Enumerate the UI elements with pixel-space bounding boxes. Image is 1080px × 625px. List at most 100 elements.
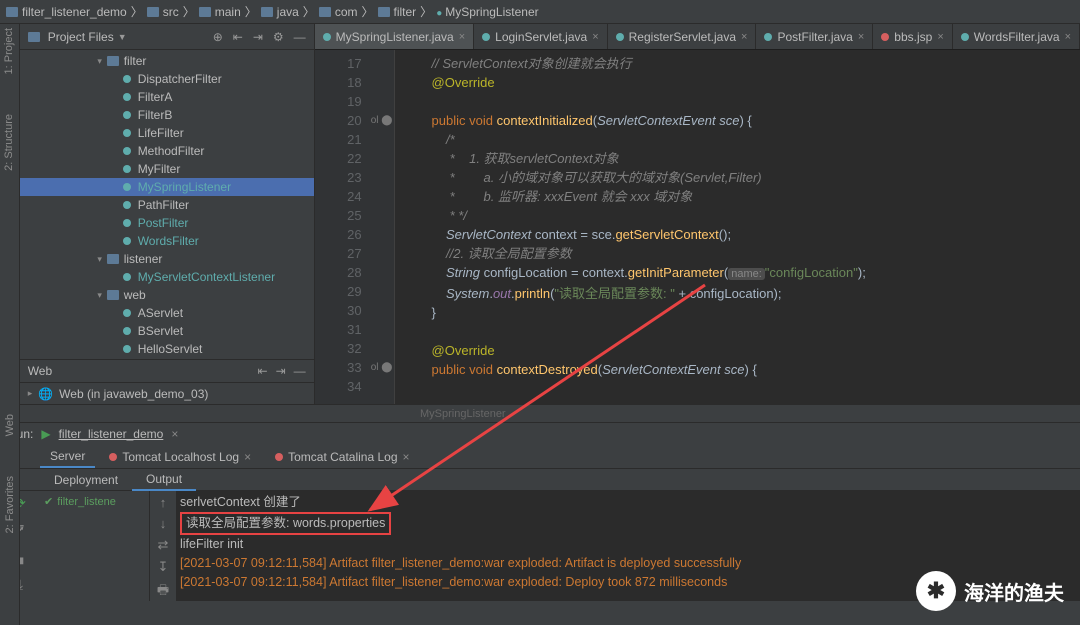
tree-label: web xyxy=(124,288,146,302)
tree-item[interactable]: AServlet xyxy=(20,304,314,322)
run-tab[interactable]: Tomcat Catalina Log× xyxy=(265,447,419,467)
editor-tab[interactable]: RegisterServlet.java × xyxy=(608,24,757,49)
breadcrumb-item[interactable]: MySpringListener xyxy=(436,5,538,19)
breadcrumb-item[interactable]: java xyxy=(261,5,299,19)
web-title: Web xyxy=(28,364,52,378)
close-icon[interactable]: × xyxy=(244,450,251,464)
tree-item[interactable]: FilterB xyxy=(20,106,314,124)
tab-label: PostFilter.java xyxy=(777,30,852,44)
tab-structure[interactable]: 2: Structure xyxy=(3,114,15,171)
editor-tabs: MySpringListener.java×LoginServlet.java×… xyxy=(315,24,1080,50)
class-icon xyxy=(123,327,131,335)
class-icon xyxy=(123,147,131,155)
tree-item[interactable]: MethodFilter xyxy=(20,142,314,160)
collapse-icon[interactable]: ⇤ xyxy=(258,364,268,378)
breadcrumb-item[interactable]: main xyxy=(199,5,241,19)
editor-tab[interactable]: LoginServlet.java× xyxy=(474,24,608,49)
hide-icon[interactable]: — xyxy=(294,364,306,378)
breadcrumb-item[interactable]: filter_listener_demo xyxy=(6,5,127,19)
left-tool-bar: 1: Project 2: Structure xyxy=(0,24,20,404)
project-tree[interactable]: ▾filter DispatcherFilter FilterA FilterBLif… xyxy=(20,50,314,359)
close-icon[interactable]: × xyxy=(459,31,465,43)
tree-item[interactable]: HelloServlet xyxy=(20,340,314,358)
expand-icon[interactable]: ⇥ xyxy=(276,364,286,378)
collapse-icon[interactable]: ⇤ xyxy=(233,30,243,44)
file-icon xyxy=(616,33,624,41)
tree-label: BServlet xyxy=(138,324,183,338)
close-icon[interactable]: × xyxy=(1065,31,1071,43)
up-icon[interactable]: ↑ xyxy=(160,495,167,510)
run-tab[interactable]: Server xyxy=(40,446,95,468)
tree-label: PathFilter xyxy=(138,198,189,212)
run-config[interactable]: filter_listener_demo xyxy=(59,427,164,441)
scroll-icon[interactable]: ↧ xyxy=(158,559,169,575)
run-subtabs: Deployment Output xyxy=(0,469,1080,491)
console-output[interactable]: serlvetContext 创建了读取全局配置参数: words.proper… xyxy=(176,491,1080,601)
editor-tab[interactable]: WordsFilter.java× xyxy=(953,24,1080,49)
tree-label: MyFilter xyxy=(138,162,181,176)
tree-item[interactable]: BServlet xyxy=(20,322,314,340)
code-editor[interactable]: 171819202122232425262728293031323334 ol … xyxy=(315,50,1080,404)
close-icon[interactable]: × xyxy=(171,427,178,441)
tree-label: MethodFilter xyxy=(138,144,205,158)
wrap-icon[interactable]: ⇄ xyxy=(158,537,169,553)
project-title[interactable]: Project Files xyxy=(48,30,114,44)
tree-arrow[interactable]: ▸ xyxy=(28,388,33,399)
tab-project[interactable]: 1: Project xyxy=(3,28,15,74)
tab-web[interactable]: Web xyxy=(4,414,16,436)
print-icon[interactable]: 🖶 xyxy=(157,581,169,603)
hide-icon[interactable]: — xyxy=(294,30,306,44)
file-icon xyxy=(323,33,331,41)
breadcrumb-item[interactable]: src xyxy=(147,5,179,19)
check-icon: ✔ xyxy=(44,495,53,508)
tree-item[interactable]: ▾listener xyxy=(20,250,314,268)
tree-item[interactable]: WordsFilter xyxy=(20,232,314,250)
close-icon[interactable]: × xyxy=(937,31,943,43)
run-tab[interactable]: Tomcat Localhost Log× xyxy=(99,447,261,467)
editor-tab[interactable]: bbs.jsp × xyxy=(873,24,952,49)
tab-favorites[interactable]: 2: Favorites xyxy=(4,476,16,533)
tree-item[interactable]: DispatcherFilter xyxy=(20,70,314,88)
tree-item[interactable]: PostFilter xyxy=(20,214,314,232)
tree-item[interactable]: PathFilter xyxy=(20,196,314,214)
chevron-down-icon[interactable]: ▼ xyxy=(118,32,127,42)
tab-label: bbs.jsp xyxy=(894,30,932,44)
down-icon[interactable]: ↓ xyxy=(160,516,167,531)
tree-label: DispatcherFilter xyxy=(138,72,222,86)
editor-tab[interactable]: PostFilter.java × xyxy=(756,24,873,49)
tree-item[interactable]: FilterA xyxy=(20,88,314,106)
tree-label: filter xyxy=(124,54,147,68)
gear-icon[interactable]: ⚙ xyxy=(273,30,284,44)
status-dot-icon xyxy=(275,453,283,461)
tree-label: FilterA xyxy=(138,90,173,104)
tab-label: RegisterServlet.java xyxy=(629,30,736,44)
tab-output[interactable]: Output xyxy=(132,469,196,491)
breadcrumb-item[interactable]: filter xyxy=(378,5,417,19)
breadcrumb-item[interactable]: com xyxy=(319,5,358,19)
tree-label: MyServletContextListener xyxy=(138,270,275,284)
tree-item[interactable]: ▾web xyxy=(20,286,314,304)
web-item[interactable]: Web (in javaweb_demo_03) xyxy=(59,387,208,401)
folder-icon xyxy=(107,290,119,300)
editor-tab[interactable]: MySpringListener.java× xyxy=(315,24,475,49)
tree-label: AServlet xyxy=(138,306,183,320)
class-icon xyxy=(123,93,131,101)
tree-item[interactable]: LifeFilter xyxy=(20,124,314,142)
close-icon[interactable]: × xyxy=(858,31,864,43)
tree-item[interactable]: MyServletContextListener xyxy=(20,268,314,286)
folder-icon xyxy=(107,254,119,264)
line-gutter: 171819202122232425262728293031323334 xyxy=(315,50,370,404)
tree-item[interactable]: MySpringListener xyxy=(20,178,314,196)
class-icon xyxy=(123,201,131,209)
tree-item[interactable]: MyFilter xyxy=(20,160,314,178)
gutter-icons: ol ⬤ol ⬤ xyxy=(370,50,395,404)
close-icon[interactable]: × xyxy=(592,31,598,43)
close-icon[interactable]: × xyxy=(741,31,747,43)
close-icon[interactable]: × xyxy=(403,450,410,464)
tab-deployment[interactable]: Deployment xyxy=(40,470,132,490)
expand-icon[interactable]: ⇥ xyxy=(253,30,263,44)
tree-item[interactable]: ▾filter xyxy=(20,52,314,70)
deployment-tree[interactable]: ✔ filter_listene xyxy=(40,491,150,601)
file-icon xyxy=(961,33,969,41)
target-icon[interactable]: ⊕ xyxy=(213,30,223,44)
